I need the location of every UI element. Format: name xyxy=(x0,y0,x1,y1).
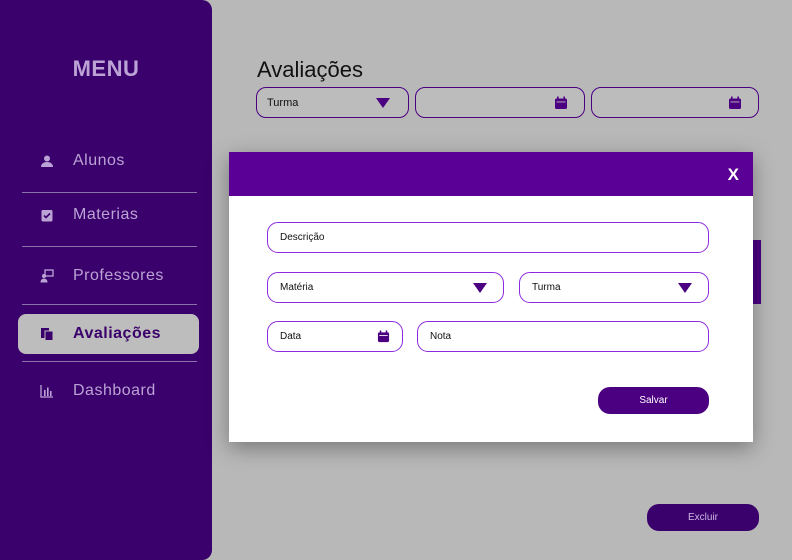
calendar-icon xyxy=(555,96,567,109)
sidebar-item-label: Avaliações xyxy=(73,325,162,342)
sidebar-item-label: Professores xyxy=(73,267,164,284)
sidebar-item-dashboard[interactable]: Dashboard xyxy=(18,371,199,411)
turma-filter-select[interactable]: Turma xyxy=(256,87,409,118)
nota-input[interactable]: Nota xyxy=(417,321,709,352)
dropdown-arrow-icon xyxy=(376,97,390,108)
data-placeholder: Data xyxy=(280,331,302,342)
materia-select[interactable]: Matéria xyxy=(267,272,504,303)
page-title: Avaliações xyxy=(257,57,363,82)
divider xyxy=(22,192,197,193)
documents-icon xyxy=(40,327,54,341)
data-input[interactable]: Data xyxy=(267,321,403,352)
add-evaluation-modal: X Descrição Matéria Turma Data Nota Salv… xyxy=(229,152,753,442)
sidebar-item-avaliacoes[interactable]: Avaliações xyxy=(18,314,199,354)
sidebar-item-label: Alunos xyxy=(73,152,125,169)
save-button[interactable]: Salvar xyxy=(598,387,709,414)
clipboard-check-icon xyxy=(40,208,54,222)
materia-placeholder: Matéria xyxy=(280,282,314,293)
bar-chart-icon xyxy=(40,384,54,398)
divider xyxy=(22,304,197,305)
sidebar-item-label: Dashboard xyxy=(73,382,156,399)
sidebar-item-materias[interactable]: Materias xyxy=(18,195,199,235)
background-panel-edge xyxy=(753,240,761,304)
descricao-input[interactable]: Descrição xyxy=(267,222,709,253)
sidebar-item-label: Materias xyxy=(73,206,139,223)
divider xyxy=(22,361,197,362)
dropdown-arrow-icon xyxy=(678,282,692,293)
nota-placeholder: Nota xyxy=(430,331,452,342)
calendar-icon[interactable] xyxy=(377,330,390,343)
end-date-filter[interactable] xyxy=(591,87,759,118)
menu-title: MENU xyxy=(72,56,140,81)
sidebar: MENU Alunos Materias Professores Avaliaç… xyxy=(0,0,212,560)
close-button[interactable]: X xyxy=(728,165,739,185)
calendar-icon xyxy=(729,96,741,109)
dropdown-arrow-icon xyxy=(473,282,487,293)
student-icon xyxy=(40,154,54,168)
sidebar-item-alunos[interactable]: Alunos xyxy=(18,141,199,181)
descricao-placeholder: Descrição xyxy=(280,232,325,243)
divider xyxy=(22,246,197,247)
modal-header: X xyxy=(229,152,753,196)
turma-select[interactable]: Turma xyxy=(519,272,709,303)
turma-filter-value: Turma xyxy=(267,96,299,109)
delete-button[interactable]: Excluir xyxy=(647,504,759,531)
teacher-icon xyxy=(40,269,54,283)
sidebar-item-professores[interactable]: Professores xyxy=(18,256,199,296)
start-date-filter[interactable] xyxy=(415,87,585,118)
turma-placeholder: Turma xyxy=(532,282,561,293)
